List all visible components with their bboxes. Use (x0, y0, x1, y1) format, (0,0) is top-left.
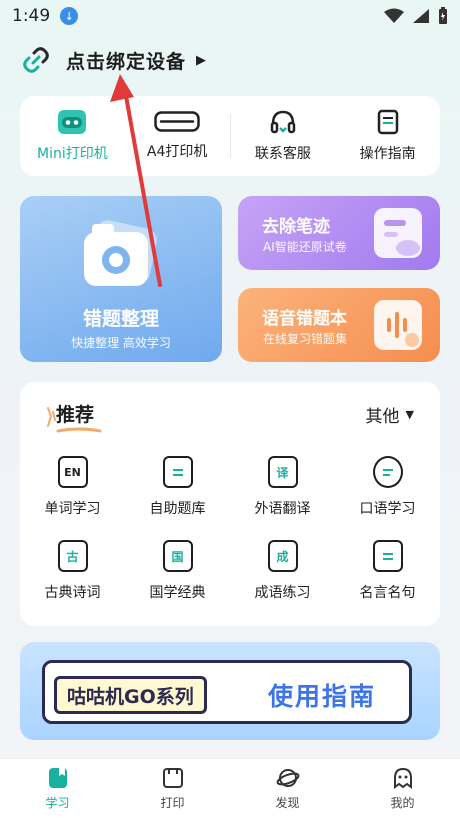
wrong-question-tile[interactable]: 错题整理 快捷整理 高效学习 (20, 196, 222, 362)
link-icon (23, 47, 49, 73)
rec-item-label: 成语练习 (254, 585, 311, 601)
title-underline (56, 427, 102, 433)
camera-icon (84, 220, 157, 286)
tabbar-print[interactable]: 打印 (115, 759, 230, 818)
question-bank-icon (162, 456, 193, 488)
tab-customer-service-label: 联系客服 (254, 146, 311, 162)
play-arrow-icon: ▶ (196, 52, 207, 68)
voice-notebook-title: 语音错题本 (262, 309, 347, 329)
voice-icon (374, 300, 422, 350)
rec-item-speaking[interactable]: 口语学习 (335, 456, 440, 518)
sinology-icon: 国 (162, 540, 193, 572)
rec-item-idiom[interactable]: 成 成语练习 (230, 540, 335, 602)
erase-handwriting-subtitle: AI智能还原试卷 (263, 240, 347, 254)
tab-mini-printer-label: Mini打印机 (37, 146, 108, 162)
rec-item-classic-poetry[interactable]: 古 古典诗词 (20, 540, 125, 602)
bottom-tabbar: 学习 打印 发现 我的 (0, 758, 460, 818)
headset-icon (270, 110, 296, 134)
study-icon (48, 768, 67, 788)
document-icon (377, 109, 398, 135)
rec-item-label: 外语翻译 (254, 501, 311, 517)
print-icon (162, 768, 183, 788)
en-book-icon: EN (57, 456, 88, 488)
banner-series-text: 咕咕机GO系列 (54, 676, 207, 714)
recommend-grid: EN 单词学习 自助题库 译 外语翻译 口语学习 古 古典诗词 国 国学经典 成… (20, 456, 440, 602)
tabbar-discover-label: 发现 (275, 796, 300, 810)
caret-down-icon: ▼ (405, 408, 414, 421)
tab-customer-service[interactable]: 联系客服 (231, 96, 336, 176)
tab-guide-label: 操作指南 (359, 146, 416, 162)
wrong-question-title: 错题整理 (82, 308, 159, 330)
rec-item-label: 古典诗词 (44, 585, 101, 601)
tabbar-mine-label: 我的 (390, 796, 415, 810)
status-time: 1:49 (12, 6, 51, 26)
status-bar: 1:49 ↓ (0, 0, 460, 32)
other-dropdown-label: 其他 (365, 407, 400, 427)
tabbar-study-label: 学习 (45, 796, 70, 810)
rec-item-quotes[interactable]: 名言名句 (335, 540, 440, 602)
planet-icon (276, 769, 299, 787)
voice-notebook-subtitle: 在线复习错题集 (263, 332, 348, 346)
profile-icon (393, 767, 412, 789)
rec-item-label: 名言名句 (359, 585, 416, 601)
recommend-card: 推荐 其他 ▼ EN 单词学习 自助题库 译 外语翻译 口语学习 古 古典诗词 … (20, 382, 440, 626)
tabbar-discover[interactable]: 发现 (230, 759, 345, 818)
erase-handwriting-title: 去除笔迹 (262, 217, 330, 237)
rec-item-question-bank[interactable]: 自助题库 (125, 456, 230, 518)
rec-item-word-study[interactable]: EN 单词学习 (20, 456, 125, 518)
bind-device-row[interactable]: 点击绑定设备 ▶ (20, 42, 206, 78)
status-right (384, 7, 448, 25)
mini-printer-icon (58, 110, 87, 134)
tab-a4-printer[interactable]: A4打印机 (125, 96, 230, 176)
tabbar-mine[interactable]: 我的 (345, 759, 460, 818)
tab-guide[interactable]: 操作指南 (335, 96, 440, 176)
rec-item-translate[interactable]: 译 外语翻译 (230, 456, 335, 518)
wifi-icon (384, 8, 404, 23)
tab-a4-printer-label: A4打印机 (146, 144, 208, 160)
a4-printer-icon (154, 111, 200, 132)
rec-item-label: 单词学习 (44, 501, 101, 517)
tabbar-study[interactable]: 学习 (0, 759, 115, 818)
erase-handwriting-tile[interactable]: 去除笔迹 AI智能还原试卷 (238, 196, 440, 270)
bind-device-label: 点击绑定设备 (66, 50, 187, 73)
voice-notebook-tile[interactable]: 语音错题本 在线复习错题集 (238, 288, 440, 362)
erase-icon (374, 208, 422, 258)
device-card: Mini打印机 A4打印机 联系客服 操作指南 (20, 96, 440, 176)
other-dropdown[interactable]: 其他 ▼ (366, 402, 414, 427)
guide-banner[interactable]: 咕咕机GO系列 使用指南 (20, 642, 440, 740)
poetry-icon: 古 (57, 540, 88, 572)
quotes-icon (372, 540, 403, 572)
chat-bubble-icon (372, 456, 403, 488)
signal-icon (413, 9, 429, 23)
rec-item-label: 国学经典 (149, 585, 206, 601)
rec-item-label: 自助题库 (149, 501, 206, 517)
idiom-icon: 成 (267, 540, 298, 572)
tabbar-print-label: 打印 (160, 796, 185, 810)
rec-item-sinology[interactable]: 国 国学经典 (125, 540, 230, 602)
wrong-question-subtitle: 快捷整理 高效学习 (71, 336, 171, 350)
battery-icon (439, 7, 447, 24)
translate-icon: 译 (267, 456, 298, 488)
rec-item-label: 口语学习 (359, 501, 416, 517)
tab-mini-printer[interactable]: Mini打印机 (20, 96, 125, 176)
recommend-title: 推荐 (56, 404, 95, 426)
banner-guide-text: 使用指南 (268, 682, 377, 711)
download-icon: ↓ (60, 7, 79, 25)
